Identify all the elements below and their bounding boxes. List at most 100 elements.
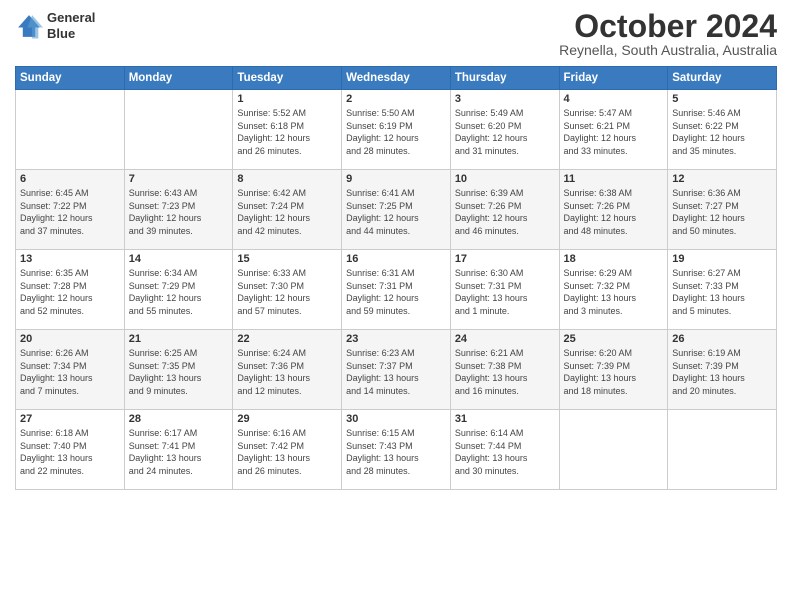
- day-number: 31: [455, 413, 555, 425]
- day-number: 15: [237, 253, 337, 265]
- day-number: 21: [129, 333, 229, 345]
- logo-icon: [15, 12, 43, 40]
- title-block: October 2024 Reynella, South Australia, …: [559, 10, 777, 58]
- day-number: 24: [455, 333, 555, 345]
- calendar-cell: 14Sunrise: 6:34 AM Sunset: 7:29 PM Dayli…: [124, 250, 233, 330]
- col-header-saturday: Saturday: [668, 67, 777, 90]
- day-number: 4: [564, 93, 664, 105]
- calendar-cell: 9 Sunrise: 6:41 AM Sunset: 7:25 PM Daylig…: [342, 170, 451, 250]
- logo-line1: General: [47, 10, 95, 26]
- cell-info: Sunrise: 6:35 AM Sunset: 7:28 PM Dayligh…: [20, 267, 120, 317]
- calendar-cell: 28 Sunrise: 6:17 AM Sunset: 7:41 PM Dayli…: [124, 410, 233, 490]
- cell-info: Sunrise: 6:16 AM Sunset: 7:42 PM Dayligh…: [237, 427, 337, 477]
- week-row-2: 13 Sunrise: 6:35 AM Sunset: 7:28 PM Dayli…: [16, 250, 777, 330]
- day-number: 22: [237, 333, 337, 345]
- calendar-cell: 12 Sunrise: 6:36 AM Sunset: 7:27 PM Dayli…: [668, 170, 777, 250]
- calendar-cell: 11 Sunrise: 6:38 AM Sunset: 7:26 PM Dayli…: [559, 170, 668, 250]
- day-number: 23: [346, 333, 446, 345]
- calendar-cell: [668, 410, 777, 490]
- cell-info: Sunrise: 6:21 AM Sunset: 7:38 PM Dayligh…: [455, 347, 555, 397]
- week-row-3: 20 Sunrise: 6:26 AM Sunset: 7:34 PM Dayli…: [16, 330, 777, 410]
- calendar-cell: 7 Sunrise: 6:43 AM Sunset: 7:23 PM Daylig…: [124, 170, 233, 250]
- calendar-cell: 19 Sunrise: 6:27 AM Sunset: 7:33 PM Dayli…: [668, 250, 777, 330]
- week-row-0: 1 Sunrise: 5:52 AM Sunset: 6:18 PM Daylig…: [16, 90, 777, 170]
- week-row-4: 27 Sunrise: 6:18 AM Sunset: 7:40 PM Dayli…: [16, 410, 777, 490]
- calendar-cell: 17 Sunrise: 6:30 AM Sunset: 7:31 PM Dayli…: [450, 250, 559, 330]
- col-header-thursday: Thursday: [450, 67, 559, 90]
- cell-info: Sunrise: 6:45 AM Sunset: 7:22 PM Dayligh…: [20, 187, 120, 237]
- calendar-cell: 6 Sunrise: 6:45 AM Sunset: 7:22 PM Daylig…: [16, 170, 125, 250]
- day-number: 25: [564, 333, 664, 345]
- day-number: 10: [455, 173, 555, 185]
- logo-text: General Blue: [47, 10, 95, 41]
- cell-info: Sunrise: 6:39 AM Sunset: 7:26 PM Dayligh…: [455, 187, 555, 237]
- calendar-body: 1 Sunrise: 5:52 AM Sunset: 6:18 PM Daylig…: [16, 90, 777, 490]
- calendar-cell: 23 Sunrise: 6:23 AM Sunset: 7:37 PM Dayli…: [342, 330, 451, 410]
- calendar-cell: [124, 90, 233, 170]
- day-number: 16: [346, 253, 446, 265]
- day-number: 19: [672, 253, 772, 265]
- cell-info: Sunrise: 6:31 AM Sunset: 7:31 PM Dayligh…: [346, 267, 446, 317]
- day-number: 1: [237, 93, 337, 105]
- day-number: 7: [129, 173, 229, 185]
- calendar-cell: 10 Sunrise: 6:39 AM Sunset: 7:26 PM Dayli…: [450, 170, 559, 250]
- calendar-cell: 4 Sunrise: 5:47 AM Sunset: 6:21 PM Daylig…: [559, 90, 668, 170]
- cell-info: Sunrise: 6:14 AM Sunset: 7:44 PM Dayligh…: [455, 427, 555, 477]
- calendar-cell: 13 Sunrise: 6:35 AM Sunset: 7:28 PM Dayli…: [16, 250, 125, 330]
- day-number: 11: [564, 173, 664, 185]
- header-row: SundayMondayTuesdayWednesdayThursdayFrid…: [16, 67, 777, 90]
- day-number: 2: [346, 93, 446, 105]
- calendar-cell: 2Sunrise: 5:50 AM Sunset: 6:19 PM Daylig…: [342, 90, 451, 170]
- cell-info: Sunrise: 5:47 AM Sunset: 6:21 PM Dayligh…: [564, 107, 664, 157]
- day-number: 30: [346, 413, 446, 425]
- calendar-cell: 1 Sunrise: 5:52 AM Sunset: 6:18 PM Daylig…: [233, 90, 342, 170]
- week-row-1: 6 Sunrise: 6:45 AM Sunset: 7:22 PM Daylig…: [16, 170, 777, 250]
- cell-info: Sunrise: 6:26 AM Sunset: 7:34 PM Dayligh…: [20, 347, 120, 397]
- calendar-cell: 31 Sunrise: 6:14 AM Sunset: 7:44 PM Dayli…: [450, 410, 559, 490]
- cell-info: Sunrise: 6:27 AM Sunset: 7:33 PM Dayligh…: [672, 267, 772, 317]
- cell-info: Sunrise: 6:36 AM Sunset: 7:27 PM Dayligh…: [672, 187, 772, 237]
- calendar-cell: 15Sunrise: 6:33 AM Sunset: 7:30 PM Dayli…: [233, 250, 342, 330]
- calendar-cell: 21Sunrise: 6:25 AM Sunset: 7:35 PM Dayli…: [124, 330, 233, 410]
- calendar-cell: [16, 90, 125, 170]
- calendar-cell: 8Sunrise: 6:42 AM Sunset: 7:24 PM Daylig…: [233, 170, 342, 250]
- col-header-sunday: Sunday: [16, 67, 125, 90]
- calendar-cell: 5Sunrise: 5:46 AM Sunset: 6:22 PM Daylig…: [668, 90, 777, 170]
- calendar-cell: 22 Sunrise: 6:24 AM Sunset: 7:36 PM Dayli…: [233, 330, 342, 410]
- header: General Blue October 2024 Reynella, Sout…: [15, 10, 777, 58]
- calendar-header: SundayMondayTuesdayWednesdayThursdayFrid…: [16, 67, 777, 90]
- cell-info: Sunrise: 6:38 AM Sunset: 7:26 PM Dayligh…: [564, 187, 664, 237]
- cell-info: Sunrise: 6:20 AM Sunset: 7:39 PM Dayligh…: [564, 347, 664, 397]
- cell-info: Sunrise: 6:43 AM Sunset: 7:23 PM Dayligh…: [129, 187, 229, 237]
- cell-info: Sunrise: 6:24 AM Sunset: 7:36 PM Dayligh…: [237, 347, 337, 397]
- day-number: 26: [672, 333, 772, 345]
- cell-info: Sunrise: 5:52 AM Sunset: 6:18 PM Dayligh…: [237, 107, 337, 157]
- calendar-cell: 3Sunrise: 5:49 AM Sunset: 6:20 PM Daylig…: [450, 90, 559, 170]
- day-number: 6: [20, 173, 120, 185]
- day-number: 18: [564, 253, 664, 265]
- cell-info: Sunrise: 6:30 AM Sunset: 7:31 PM Dayligh…: [455, 267, 555, 317]
- calendar-cell: 29Sunrise: 6:16 AM Sunset: 7:42 PM Dayli…: [233, 410, 342, 490]
- day-number: 27: [20, 413, 120, 425]
- day-number: 28: [129, 413, 229, 425]
- calendar-cell: 24 Sunrise: 6:21 AM Sunset: 7:38 PM Dayli…: [450, 330, 559, 410]
- subtitle: Reynella, South Australia, Australia: [559, 42, 777, 58]
- cell-info: Sunrise: 6:17 AM Sunset: 7:41 PM Dayligh…: [129, 427, 229, 477]
- day-number: 13: [20, 253, 120, 265]
- cell-info: Sunrise: 6:29 AM Sunset: 7:32 PM Dayligh…: [564, 267, 664, 317]
- logo-line2: Blue: [47, 26, 95, 42]
- day-number: 3: [455, 93, 555, 105]
- cell-info: Sunrise: 6:23 AM Sunset: 7:37 PM Dayligh…: [346, 347, 446, 397]
- cell-info: Sunrise: 6:41 AM Sunset: 7:25 PM Dayligh…: [346, 187, 446, 237]
- day-number: 12: [672, 173, 772, 185]
- day-number: 17: [455, 253, 555, 265]
- col-header-wednesday: Wednesday: [342, 67, 451, 90]
- cell-info: Sunrise: 6:18 AM Sunset: 7:40 PM Dayligh…: [20, 427, 120, 477]
- calendar-cell: 20 Sunrise: 6:26 AM Sunset: 7:34 PM Dayli…: [16, 330, 125, 410]
- day-number: 20: [20, 333, 120, 345]
- day-number: 9: [346, 173, 446, 185]
- col-header-tuesday: Tuesday: [233, 67, 342, 90]
- day-number: 14: [129, 253, 229, 265]
- cell-info: Sunrise: 6:42 AM Sunset: 7:24 PM Dayligh…: [237, 187, 337, 237]
- calendar-cell: 16 Sunrise: 6:31 AM Sunset: 7:31 PM Dayli…: [342, 250, 451, 330]
